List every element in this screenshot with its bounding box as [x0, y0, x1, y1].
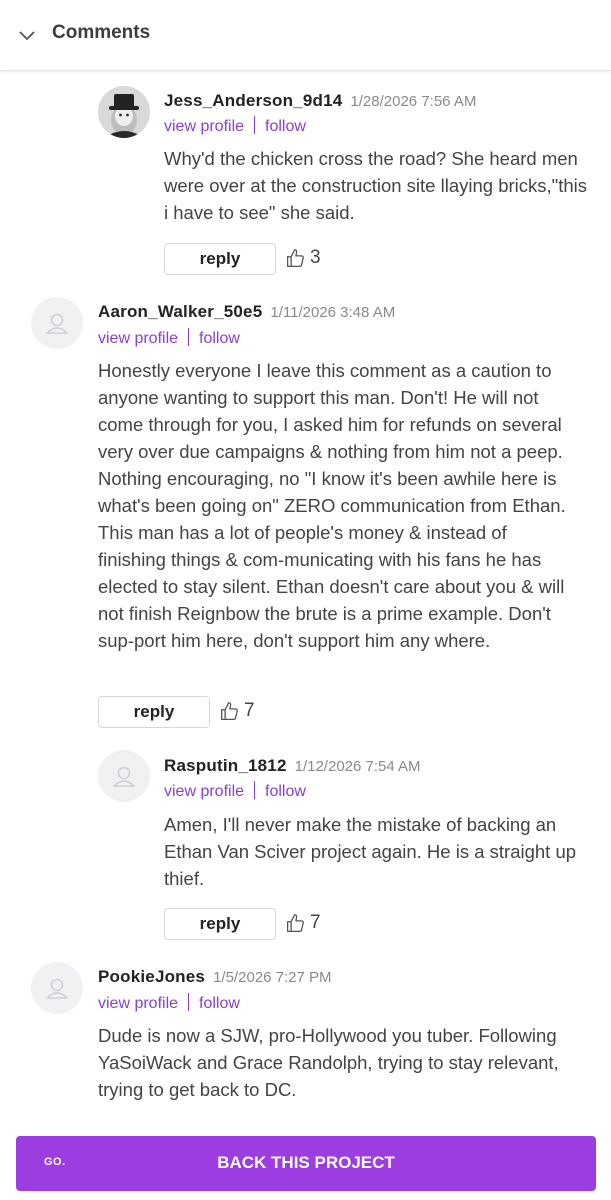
- like-button[interactable]: 7: [285, 912, 321, 934]
- reply-button[interactable]: reply: [98, 696, 210, 728]
- user-photo-avatar[interactable]: [98, 86, 150, 138]
- reply-button[interactable]: reply: [164, 243, 276, 275]
- footer-bar: GO. BACK THIS PROJECT: [0, 1124, 611, 1200]
- view-profile-link[interactable]: view profile: [164, 783, 244, 800]
- comment-text: Honestly everyone I leave this comment a…: [98, 360, 566, 651]
- default-user-avatar[interactable]: [31, 297, 83, 349]
- like-button[interactable]: 7: [219, 700, 255, 722]
- follow-link[interactable]: follow: [199, 330, 240, 347]
- follow-link[interactable]: follow: [265, 118, 306, 135]
- comment-date: 1/5/2026 7:27 PM: [213, 969, 332, 986]
- comment-date: 1/28/2026 7:56 AM: [350, 93, 477, 110]
- comment-username[interactable]: Aaron_Walker_50e5: [98, 302, 262, 321]
- comments-header[interactable]: Comments: [0, 0, 611, 71]
- comment-username[interactable]: Jess_Anderson_9d14: [164, 91, 342, 110]
- comment-username[interactable]: Rasputin_1812: [164, 756, 287, 775]
- reply-button[interactable]: reply: [164, 908, 276, 940]
- like-count: 3: [310, 247, 321, 268]
- follow-link[interactable]: follow: [265, 783, 306, 800]
- default-user-avatar[interactable]: [98, 750, 150, 802]
- like-count: 7: [244, 700, 255, 721]
- comment-date: 1/11/2026 3:48 AM: [270, 304, 396, 321]
- thumbs-up-icon: [286, 913, 304, 932]
- comment-text: Why'd the chicken cross the road? She he…: [164, 148, 587, 223]
- comment-date: 1/12/2026 7:54 AM: [294, 758, 421, 775]
- default-user-avatar[interactable]: [31, 962, 83, 1014]
- link-divider: [188, 328, 190, 346]
- thumbs-up-icon: [220, 701, 238, 720]
- link-divider: [188, 993, 190, 1011]
- back-this-project-button[interactable]: GO. BACK THIS PROJECT: [16, 1136, 596, 1191]
- comment-username[interactable]: PookieJones: [98, 967, 205, 986]
- link-divider: [254, 781, 256, 799]
- follow-link[interactable]: follow: [199, 995, 240, 1012]
- view-profile-link[interactable]: view profile: [164, 118, 244, 135]
- back-this-project-label: BACK THIS PROJECT: [217, 1153, 395, 1172]
- link-divider: [254, 116, 256, 134]
- view-profile-link[interactable]: view profile: [98, 995, 178, 1012]
- view-profile-link[interactable]: view profile: [98, 330, 178, 347]
- chevron-down-icon[interactable]: [18, 26, 36, 44]
- comment-text: Dude is now a SJW, pro-Hollywood you tub…: [98, 1025, 559, 1100]
- thumbs-up-icon: [286, 248, 304, 267]
- comment-text: Amen, I'll never make the mistake of bac…: [164, 814, 577, 889]
- comments-title: Comments: [52, 22, 151, 43]
- like-count: 7: [310, 912, 321, 933]
- like-button[interactable]: 3: [285, 247, 321, 269]
